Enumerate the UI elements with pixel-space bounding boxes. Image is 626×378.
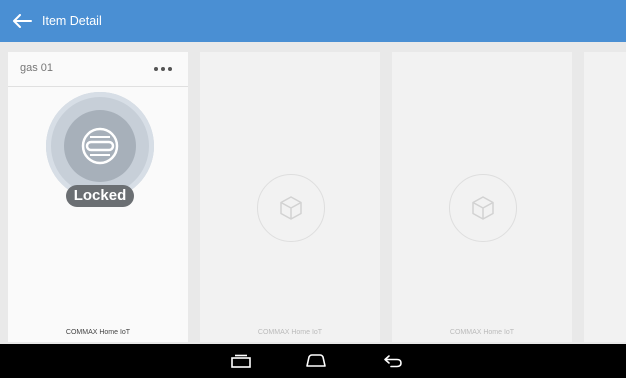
partial-card[interactable] bbox=[584, 52, 626, 342]
placeholder-circle bbox=[449, 174, 517, 242]
gas-valve-icon bbox=[81, 127, 119, 165]
card-footer-text: COMMAX Home IoT bbox=[65, 329, 131, 336]
status-badge: Locked bbox=[66, 185, 134, 207]
card-header: gas 01 bbox=[8, 52, 188, 87]
card-footer-text: COMMAX Home IoT bbox=[449, 329, 515, 336]
home-button[interactable] bbox=[303, 351, 329, 371]
gas-valve-control[interactable] bbox=[46, 92, 154, 200]
empty-card[interactable]: COMMAX Home IoT bbox=[392, 52, 572, 342]
card-list[interactable]: gas 01 Locked COMMAX Home IoT COMMAX Hom… bbox=[0, 42, 626, 344]
empty-card[interactable]: COMMAX Home IoT bbox=[200, 52, 380, 342]
placeholder-circle bbox=[257, 174, 325, 242]
cube-icon bbox=[472, 196, 494, 220]
recents-icon bbox=[231, 354, 251, 368]
card-footer-text: COMMAX Home IoT bbox=[257, 329, 323, 336]
system-navigation-bar bbox=[0, 344, 626, 378]
back-icon bbox=[384, 355, 402, 368]
app-bar: Item Detail bbox=[0, 0, 626, 42]
recents-button[interactable] bbox=[228, 351, 254, 371]
back-button[interactable] bbox=[2, 0, 42, 42]
card-title: gas 01 bbox=[20, 62, 54, 74]
arrow-left-icon bbox=[13, 14, 32, 28]
device-card-gas-01[interactable]: gas 01 Locked COMMAX Home IoT bbox=[8, 52, 188, 342]
more-horizontal-icon bbox=[154, 67, 158, 71]
page-title: Item Detail bbox=[42, 14, 102, 28]
cube-icon bbox=[280, 196, 302, 220]
back-nav-button[interactable] bbox=[380, 351, 406, 371]
more-options-button[interactable] bbox=[150, 60, 176, 78]
home-icon bbox=[306, 354, 326, 367]
